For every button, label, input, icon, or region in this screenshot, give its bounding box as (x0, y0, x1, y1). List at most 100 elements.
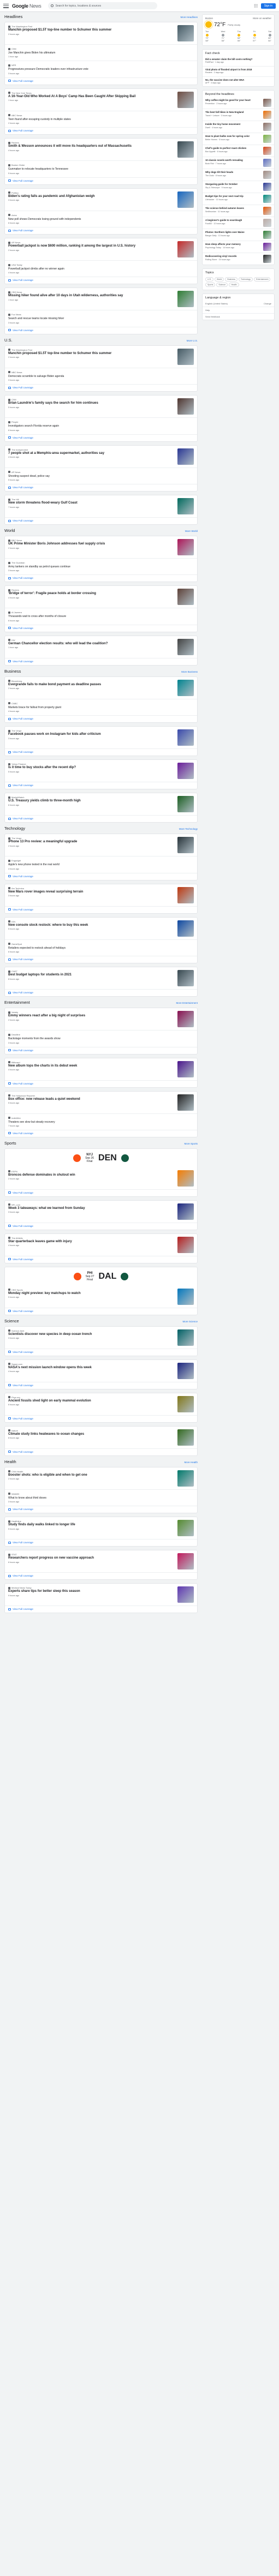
story-thumbnail[interactable] (177, 1470, 194, 1487)
full-coverage-link[interactable]: View Full coverage (5, 1416, 197, 1422)
story[interactable]: BBC News UK Prime Minister Boris Johnson … (5, 536, 197, 559)
story-headline[interactable]: Monday night preview: key matchups to wa… (8, 1292, 174, 1296)
story[interactable]: GameSpot Retailers expected to restock ah… (5, 940, 197, 957)
story-headline[interactable]: Missing hiker found alive after 10 days … (8, 294, 174, 298)
story[interactable]: CNN Brian Laundrie's family says the sear… (5, 396, 197, 418)
more-link[interactable]: More World (185, 530, 198, 532)
story-headline[interactable]: Evergrande fails to make bond payment as… (8, 683, 174, 687)
story[interactable]: Bloomberg Evergrande fails to make bond p… (5, 677, 197, 699)
story-thumbnail[interactable] (177, 191, 194, 208)
recommended-story[interactable]: Chef's guide to perfect roast chicken Bon… (203, 145, 274, 158)
full-coverage-link[interactable]: View Full coverage (5, 1047, 197, 1054)
story-headline[interactable]: Brian Laundrie's family says the search … (8, 402, 174, 406)
story-thumbnail[interactable] (177, 886, 194, 903)
full-coverage-link[interactable]: View Full coverage (5, 277, 197, 284)
recommended-story[interactable]: Rediscovering vinyl records Rolling Stone… (203, 253, 274, 265)
full-coverage-link[interactable]: View Full coverage (5, 907, 197, 913)
apps-icon[interactable] (253, 4, 258, 8)
section-title[interactable]: Headlines (4, 14, 22, 19)
story-thumbnail[interactable] (177, 1011, 194, 1028)
section-title[interactable]: Entertainment (4, 1000, 30, 1005)
story[interactable]: NPR Progressives pressure Democratic lead… (5, 61, 197, 78)
more-link[interactable]: More Business (181, 670, 198, 673)
story-headline[interactable]: Search and rescue teams locate missing h… (8, 317, 194, 320)
recommended-thumbnail[interactable] (263, 171, 271, 179)
story[interactable]: Billboard New album tops the charts in it… (5, 1058, 197, 1081)
recommended-story[interactable]: The best fall hikes in New England Travel… (203, 109, 274, 122)
story-headline[interactable]: Progressives pressure Democratic leaders… (8, 68, 194, 71)
story[interactable]: Phys.org Ancient fossils shed light on ea… (5, 1393, 197, 1416)
story-thumbnail[interactable] (177, 638, 194, 655)
more-link[interactable]: More Sports (184, 1142, 198, 1145)
story-headline[interactable]: Manchin proposed $1.5T top-line number t… (8, 352, 174, 356)
more-link[interactable]: More U.S. (187, 339, 198, 342)
story-headline[interactable]: Scientists discover new species in deep … (8, 1333, 174, 1337)
full-coverage-link[interactable]: View Full coverage (5, 1382, 197, 1389)
settings-row[interactable]: English (United States) Change (203, 301, 274, 308)
menu-icon[interactable] (3, 3, 9, 9)
story-headline[interactable]: Emmy winners react after a big night of … (8, 1014, 174, 1019)
recommended-thumbnail[interactable] (263, 207, 271, 215)
story[interactable]: The Independent 7 people shot at a Memphi… (5, 446, 197, 468)
story[interactable]: DW German Chancellor election results: wh… (5, 636, 197, 658)
story[interactable]: Engadget Apple's new phone tested in the … (5, 856, 197, 873)
story[interactable]: CNN Joe Manchin gives Biden his ultimatum… (5, 45, 197, 62)
full-coverage-link[interactable]: View Full coverage (5, 575, 197, 582)
story-thumbnail[interactable] (177, 1553, 194, 1570)
story-headline[interactable]: Gunmaker to relocate headquarters to Ten… (8, 167, 194, 171)
story-thumbnail[interactable] (177, 1061, 194, 1077)
recommended-thumbnail[interactable] (263, 219, 271, 227)
fact-check-item[interactable]: No, the vaccine does not alter DNA AFP · … (203, 77, 274, 87)
story[interactable]: Fox News Search and rescue teams locate m… (5, 310, 197, 327)
full-coverage-link[interactable]: View Full coverage (5, 625, 197, 632)
topic-chip[interactable]: World (215, 277, 224, 282)
recommended-story[interactable]: How to plant bulbs now for spring color B… (203, 133, 274, 146)
story[interactable]: WebMD What to know about third doses 3 hou… (5, 1490, 197, 1507)
settings-row[interactable]: Help (203, 307, 274, 314)
story-headline[interactable]: Experts share tips for better sleep this… (8, 1590, 174, 1594)
story-headline[interactable]: Smith & Wesson announces it will move it… (8, 145, 174, 149)
story[interactable]: Medical News Today Experts share tips for… (5, 1584, 197, 1607)
story-headline[interactable]: Climate study links heatwaves to ocean c… (8, 1433, 174, 1437)
more-link[interactable]: More Health (184, 1461, 198, 1464)
recommended-thumbnail[interactable] (263, 147, 271, 155)
recommended-story[interactable]: Why dogs tilt their heads The Dodo · 8 ho… (203, 169, 274, 182)
story[interactable]: Science Alert Scientists discover new spe… (5, 1327, 197, 1349)
recommended-story[interactable]: Photos: Northern lights over Maine Bangor… (203, 229, 274, 242)
story[interactable]: Politico Biden's rating falls as pandemic… (5, 189, 197, 211)
fact-check-item[interactable]: Viral photo of flooded airport is from 2… (203, 67, 274, 77)
recommended-story[interactable]: Budget tips for your next road trip Lifeh… (203, 193, 274, 206)
section-title[interactable]: Health (4, 1459, 16, 1464)
story[interactable]: IndieWire Theaters see slow but steady re… (5, 1114, 197, 1130)
story[interactable]: CBS News Missing hiker found alive after … (5, 288, 197, 311)
story-thumbnail[interactable] (177, 920, 194, 937)
story-thumbnail[interactable] (177, 796, 194, 813)
story-thumbnail[interactable] (177, 837, 194, 854)
story[interactable]: Nature Climate study links heatwaves to o… (5, 1427, 197, 1449)
story-thumbnail[interactable] (177, 1236, 194, 1253)
story[interactable]: CNBC Markets brace for fallout from prope… (5, 699, 197, 716)
weather-more-link[interactable]: More on weather (253, 17, 271, 20)
story-headline[interactable]: New poll shows Democrats losing ground w… (8, 218, 194, 221)
topic-chip[interactable]: Sports (205, 283, 216, 287)
story-headline[interactable]: Biden's rating falls as pandemic and Afg… (8, 195, 174, 199)
story-headline[interactable]: Week 3 takeaways: what we learned from S… (8, 1207, 174, 1211)
story[interactable]: Reuters Smith & Wesson announces it will … (5, 139, 197, 161)
story-thumbnail[interactable] (177, 1586, 194, 1603)
recommended-story[interactable]: The science behind autumn leaves Smithson… (203, 205, 274, 218)
story-headline[interactable]: U.S. Treasury yields climb to three-mont… (8, 799, 174, 804)
story[interactable]: The Verge Facebook pauses work on Instagr… (5, 727, 197, 750)
story-headline[interactable]: Box office: new release leads a quiet we… (8, 1098, 174, 1102)
story-thumbnail[interactable] (177, 1094, 194, 1111)
story-headline[interactable]: New Mars rover images reveal surprising … (8, 890, 174, 895)
story-thumbnail[interactable] (177, 348, 194, 365)
story-thumbnail[interactable] (177, 763, 194, 780)
sign-in-button[interactable]: Sign in (260, 3, 276, 9)
recommended-thumbnail[interactable] (263, 195, 271, 203)
story[interactable]: USA Today Powerball jackpot climbs after … (5, 261, 197, 278)
story-headline[interactable]: Best budget laptops for students in 2021 (8, 973, 174, 978)
story-thumbnail[interactable] (177, 91, 194, 108)
story[interactable]: CNET Best budget laptops for students in … (5, 967, 197, 990)
full-coverage-link[interactable]: View Full coverage (5, 816, 197, 822)
story-headline[interactable]: New storm threatens flood-weary Gulf Coa… (8, 501, 174, 506)
